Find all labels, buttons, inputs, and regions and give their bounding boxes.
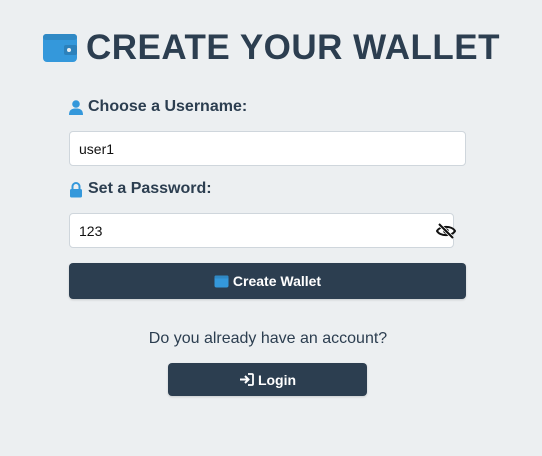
username-input[interactable] — [69, 131, 466, 166]
login-prompt: Do you already have an account? — [148, 330, 388, 347]
password-input[interactable] — [69, 213, 454, 248]
create-wallet-button[interactable]: Create Wallet — [69, 263, 466, 299]
page-header: CREATE YOUR WALLET — [0, 28, 542, 68]
login-button[interactable]: Login — [168, 363, 367, 396]
sign-in-icon — [239, 373, 254, 386]
login-label: Login — [257, 371, 297, 388]
eye-slash-icon[interactable] — [436, 222, 456, 240]
lock-icon — [69, 181, 83, 197]
create-wallet-label: Create Wallet — [232, 273, 322, 289]
wallet-icon — [42, 33, 78, 63]
user-icon — [69, 99, 83, 115]
password-label: Set a Password: — [69, 180, 212, 198]
password-label-text: Set a Password: — [88, 180, 212, 197]
username-label-text: Choose a Username: — [88, 98, 248, 115]
page-title: CREATE YOUR WALLET — [85, 28, 501, 67]
username-label: Choose a Username: — [69, 98, 247, 116]
wallet-icon — [214, 275, 229, 288]
